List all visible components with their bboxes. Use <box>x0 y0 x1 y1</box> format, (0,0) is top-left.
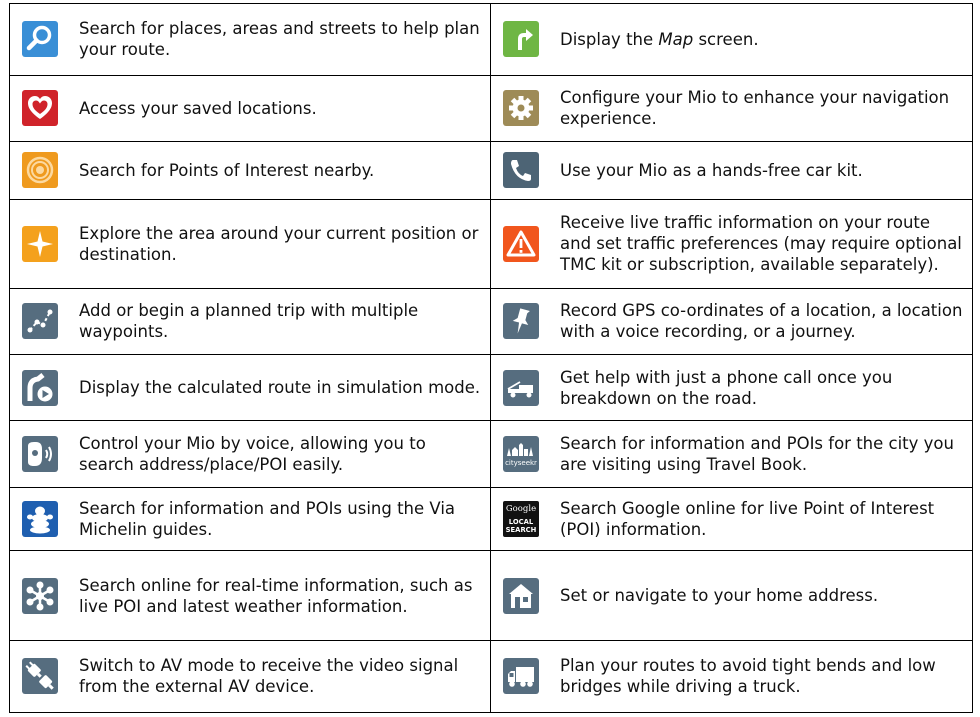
table-cell: Plan your routes to avoid tight bends an… <box>490 639 973 714</box>
feature-description: Add or begin a planned trip with multipl… <box>79 301 419 342</box>
feature-description: Get help with just a phone call once you… <box>560 367 893 408</box>
connected-services-icon <box>22 577 58 614</box>
text-part: Display the <box>560 29 659 49</box>
table-cell: cityseekr Search for information and POI… <box>490 420 973 488</box>
table-row: Add or begin a planned trip with multipl… <box>9 287 973 356</box>
michelin-man-icon <box>22 501 58 538</box>
truck-icon <box>503 658 539 695</box>
heart-icon <box>22 90 58 127</box>
google-local-search-icon: Google LOCAL SEARCH <box>503 501 539 538</box>
feature-description: Access your saved locations. <box>79 98 317 118</box>
feature-description: Search for information and POIs for the … <box>560 433 954 474</box>
av-plug-icon <box>22 658 58 695</box>
feature-description: Display the Map screen. <box>560 29 767 50</box>
pushpin-icon <box>503 303 539 340</box>
table-cell: Display the Map screen. <box>490 3 973 76</box>
table-row: Access your saved locations. Configure y… <box>9 74 973 142</box>
feature-description: Display the calculated route in simulati… <box>79 378 481 398</box>
table-cell: Control your Mio by voice, allowing you … <box>9 420 491 488</box>
cityseekr-icon-label: cityseekr <box>505 459 537 467</box>
table-cell: Search for Points of Interest nearby. <box>9 140 491 200</box>
feature-description: Search online for real-time information,… <box>79 575 473 616</box>
feature-description: Receive live traffic information on your… <box>560 213 962 275</box>
feature-description: Set or navigate to your home address. <box>560 586 879 606</box>
table-cell: Explore the area around your current pos… <box>9 198 491 289</box>
poi-target-icon <box>22 152 58 189</box>
text-part: screen. <box>693 29 759 49</box>
table-cell: Configure your Mio to enhance your navig… <box>490 74 973 142</box>
map-arrow-icon <box>503 21 539 58</box>
table-cell: Use your Mio as a hands-free car kit. <box>490 140 973 200</box>
table-cell: Receive live traffic information on your… <box>490 198 973 289</box>
emphasis-text: Map <box>658 29 694 49</box>
explore-star-icon <box>22 225 58 262</box>
table-cell: Set or navigate to your home address. <box>490 550 973 641</box>
table-cell: Record GPS co-ordinates of a location, a… <box>490 287 973 356</box>
voice-control-icon <box>22 435 58 472</box>
google-icon-label: Google <box>506 504 536 514</box>
table-row: Switch to AV mode to receive the video s… <box>9 639 973 714</box>
gear-icon <box>503 90 539 127</box>
table-cell: Search for information and POIs using th… <box>9 486 491 552</box>
local-icon-label: LOCAL <box>509 518 534 526</box>
table-row: Search for information and POIs using th… <box>9 486 973 552</box>
feature-description: Control your Mio by voice, allowing you … <box>79 433 426 474</box>
feature-description: Search for Points of Interest nearby. <box>79 160 375 180</box>
table-row: Search for places, areas and streets to … <box>9 3 973 76</box>
feature-description: Record GPS co-ordinates of a location, a… <box>560 301 963 342</box>
table-row: Search for Points of Interest nearby. Us… <box>9 140 973 200</box>
table-row: Search online for real-time information,… <box>9 550 973 641</box>
cityseekr-icon: cityseekr <box>503 435 539 472</box>
feature-description: Search for places, areas and streets to … <box>79 19 480 60</box>
table-cell: Switch to AV mode to receive the video s… <box>9 639 491 714</box>
table-cell: Search for places, areas and streets to … <box>9 3 491 76</box>
table-cell: Google LOCAL SEARCH Search Google online f… <box>490 486 973 552</box>
table-cell: Get help with just a phone call once you… <box>490 354 973 421</box>
table-row: Explore the area around your current pos… <box>9 198 973 289</box>
table-cell: Access your saved locations. <box>9 74 491 142</box>
route-demo-icon <box>22 369 58 406</box>
feature-description: Search Google online for live Point of I… <box>560 499 935 540</box>
phone-icon <box>503 152 539 189</box>
table-cell: Display the calculated route in simulati… <box>9 354 491 421</box>
feature-table: Search for places, areas and streets to … <box>9 3 973 714</box>
feature-description: Configure your Mio to enhance your navig… <box>560 88 950 129</box>
waypoints-icon <box>22 303 58 340</box>
feature-description: Explore the area around your current pos… <box>79 223 479 264</box>
table-cell: Add or begin a planned trip with multipl… <box>9 287 491 356</box>
feature-description: Use your Mio as a hands-free car kit. <box>560 160 863 180</box>
feature-description: Search for information and POIs using th… <box>79 499 456 540</box>
traffic-warning-icon <box>503 225 539 262</box>
search-icon-label: SEARCH <box>506 526 537 534</box>
table-row: Display the calculated route in simulati… <box>9 354 973 421</box>
home-icon <box>503 577 539 614</box>
feature-description: Switch to AV mode to receive the video s… <box>79 656 459 697</box>
table-cell: Search online for real-time information,… <box>9 550 491 641</box>
feature-description: Plan your routes to avoid tight bends an… <box>560 656 936 697</box>
search-magnifier-icon <box>22 21 58 58</box>
tow-truck-icon <box>503 369 539 406</box>
table-row: Control your Mio by voice, allowing you … <box>9 420 973 488</box>
